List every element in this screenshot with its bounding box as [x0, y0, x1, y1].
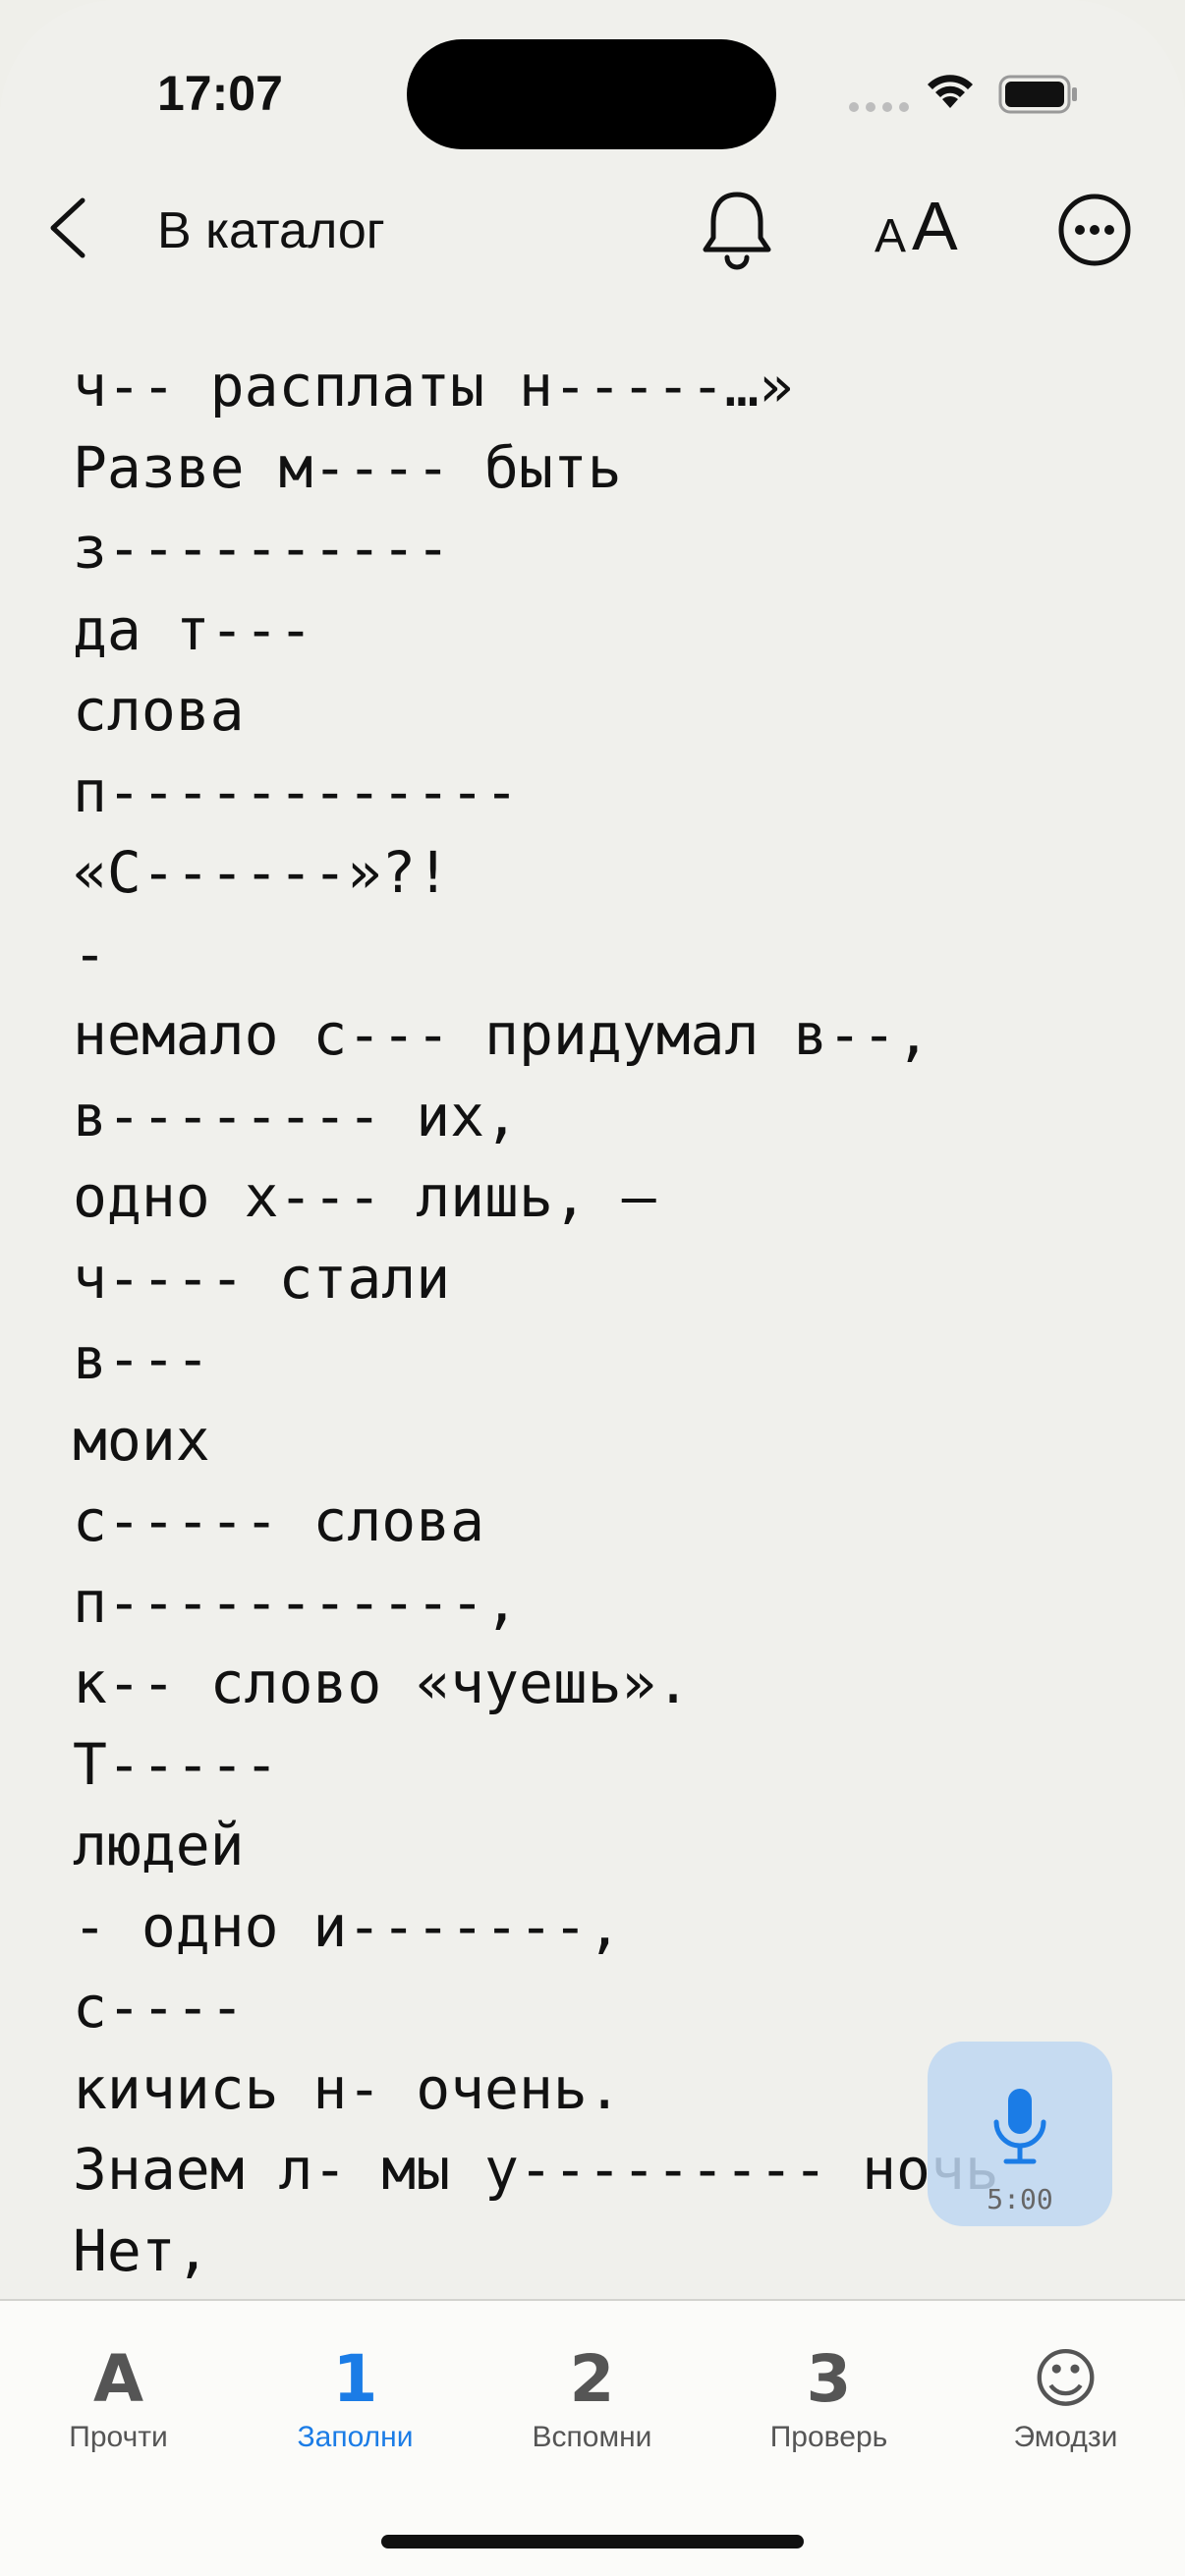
tab-check[interactable]: 3 Проверь [710, 2301, 947, 2497]
poem-line: п-----------, [73, 1568, 519, 1636]
more-options-button[interactable] [1057, 193, 1132, 267]
battery-icon [998, 75, 1077, 114]
poem-line: немало с--- придумал в--, [73, 1001, 931, 1068]
poem-line: ч---- стали [73, 1244, 451, 1312]
tab-label: Прочти [69, 2421, 168, 2453]
poem-line: - одно и-------, [73, 1892, 622, 1960]
tab-label: Заполни [297, 2421, 414, 2453]
record-timer: 5:00 [987, 2183, 1053, 2215]
font-size-button[interactable]: A A [875, 188, 973, 267]
poem-line: да т--- [73, 595, 313, 663]
poem-line: одно х--- лишь, — [73, 1163, 656, 1230]
bell-icon [703, 192, 771, 270]
recall-mode-icon: 2 [569, 2341, 615, 2417]
poem-line: к-- слово «чуешь». [73, 1650, 691, 1716]
microphone-icon [993, 2089, 1046, 2164]
poem-line: в-------- их, [73, 1082, 519, 1149]
poem-line: моих [73, 1406, 210, 1474]
poem-line: в--- [73, 1325, 210, 1392]
back-to-catalog-link[interactable]: В каталог [157, 201, 385, 260]
back-button[interactable] [43, 193, 102, 263]
tab-read[interactable]: A Прочти [0, 2301, 237, 2497]
poem-line: Разве м---- быть [73, 433, 622, 501]
poem-line: с---- [73, 1974, 245, 2041]
poem-line: слова [73, 677, 245, 744]
read-mode-icon: A [92, 2341, 144, 2417]
voice-record-button[interactable]: 5:00 [928, 2042, 1112, 2226]
tab-fill[interactable]: 1 Заполни [237, 2301, 474, 2497]
ellipsis-circle-icon [1058, 194, 1131, 266]
poem-line: з---------- [73, 515, 451, 582]
smiley-icon: ☺ [1032, 2341, 1100, 2417]
poem-line: людей [73, 1812, 245, 1878]
poem-line: с----- слова [73, 1487, 485, 1554]
poem-line: Т----- [73, 1730, 279, 1798]
status-time: 17:07 [157, 66, 283, 121]
poem-line: - [73, 920, 107, 987]
tab-recall[interactable]: 2 Вспомни [474, 2301, 710, 2497]
wifi-icon [928, 75, 973, 108]
reader-screen: 17:07 В каталог A A ч-- расплаты н-----…… [0, 0, 1185, 2576]
dynamic-island [407, 39, 776, 149]
font-size-small-icon: A [875, 210, 907, 262]
poem-line: ч-- расплаты н-----…» [73, 353, 794, 420]
tab-label: Эмодзи [1013, 2421, 1118, 2453]
tab-label: Вспомни [532, 2421, 652, 2453]
cellular-signal-icon [849, 102, 909, 112]
tab-label: Проверь [769, 2421, 888, 2453]
poem-line: «С------»?! [73, 839, 451, 906]
fill-mode-icon: 1 [332, 2341, 378, 2417]
tab-emoji[interactable]: ☺ Эмодзи [947, 2301, 1184, 2497]
font-size-large-icon: A [912, 188, 958, 264]
poem-text: ч-- расплаты н-----…» Разве м---- быть з--… [73, 346, 1185, 2301]
chevron-left-icon [50, 197, 85, 258]
home-indicator [381, 2535, 804, 2548]
poem-line: п------------ [73, 757, 519, 825]
notifications-button[interactable] [698, 187, 776, 273]
check-mode-icon: 3 [806, 2341, 852, 2417]
